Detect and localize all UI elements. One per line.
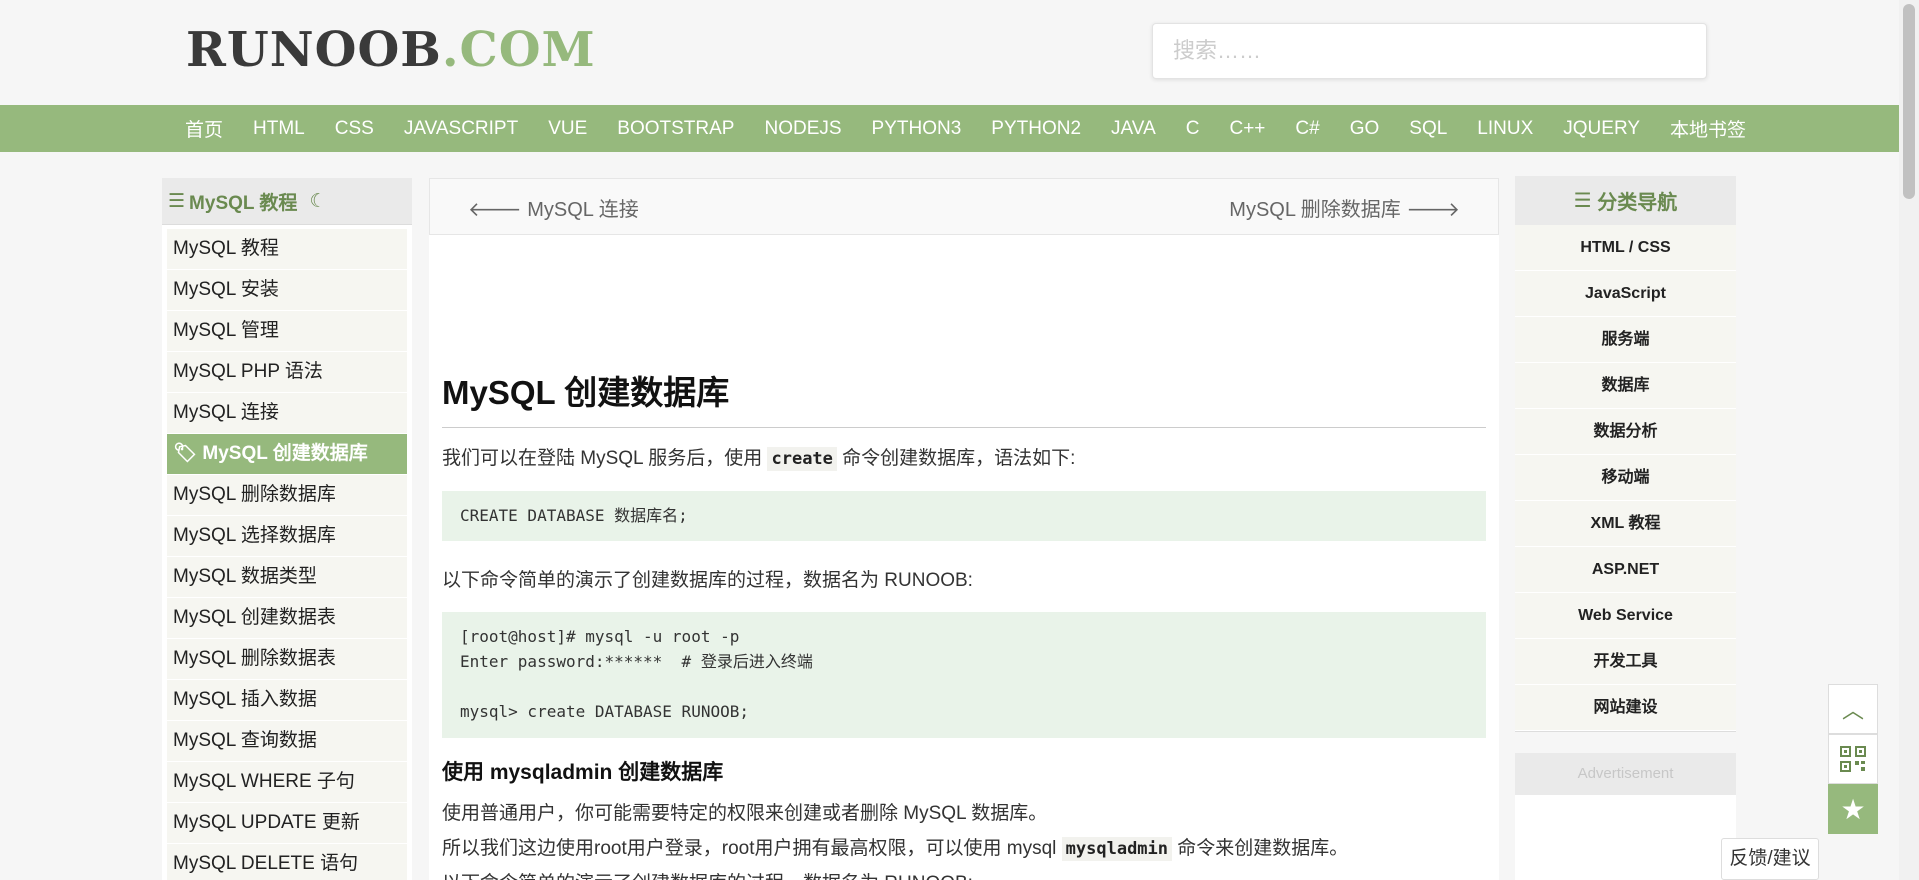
scrollbar-thumb[interactable]: [1903, 4, 1915, 199]
list-icon: ☰: [1573, 190, 1598, 212]
paragraph-permission: 使用普通用户，你可能需要特定的权限来创建或者删除 MySQL 数据库。: [442, 803, 1048, 824]
category-item-javascript[interactable]: JavaScript: [1515, 271, 1736, 317]
sidebar-item-install[interactable]: MySQL 安装: [167, 270, 407, 311]
nav-item-jquery[interactable]: JQUERY: [1563, 118, 1640, 140]
code-block-example: [root@host]# mysql -u root -p Enter pass…: [442, 612, 1486, 738]
nav-item-c[interactable]: C: [1186, 118, 1200, 140]
site-logo[interactable]: RUNOOB.COM: [186, 22, 596, 78]
list-icon: ☰: [168, 190, 186, 212]
nav-item-python3[interactable]: PYTHON3: [872, 118, 962, 140]
nav-item-javascript[interactable]: JAVASCRIPT: [404, 118, 518, 140]
code-block-syntax: CREATE DATABASE 数据库名;: [442, 491, 1486, 541]
qr-code-button[interactable]: [1828, 734, 1878, 784]
nav-item-vue[interactable]: VUE: [548, 118, 587, 140]
sidebar-item-create-db[interactable]: 🏷 MySQL 创建数据库: [167, 434, 407, 475]
prev-link[interactable]: 🡐 MySQL 连接: [468, 193, 639, 222]
code-line: CREATE DATABASE 数据库名;: [460, 506, 688, 525]
nav-item-python2[interactable]: PYTHON2: [991, 118, 1081, 140]
favorite-button[interactable]: ★: [1828, 784, 1878, 834]
sidebar-item-delete[interactable]: MySQL DELETE 语句: [167, 844, 407, 880]
code-line: mysql> create DATABASE RUNOOB;: [460, 702, 749, 721]
sidebar-item-drop-table[interactable]: MySQL 删除数据表: [167, 639, 407, 680]
nav-item-cpp[interactable]: C++: [1229, 118, 1265, 140]
category-item-database[interactable]: 数据库: [1515, 363, 1736, 409]
category-item-server[interactable]: 服务端: [1515, 317, 1736, 363]
paragraph-intro: 我们可以在登陆 MySQL 服务后，使用 create 命令创建数据库，语法如下…: [442, 447, 1076, 471]
prev-label: MySQL 连接: [527, 199, 639, 221]
sidebar-title: MySQL 教程: [189, 192, 298, 214]
sidebar-item-where[interactable]: MySQL WHERE 子句: [167, 762, 407, 803]
code-line: Enter password:****** # 登录后进入终端: [460, 652, 813, 671]
paragraph-demo-2: 以下命令简单的演示了创建数据库的过程，数据名为 RUNOOB:: [442, 868, 973, 880]
star-icon: ★: [1840, 793, 1866, 825]
nav-item-go[interactable]: GO: [1350, 118, 1380, 140]
nav-item-bootstrap[interactable]: BOOTSTRAP: [617, 118, 734, 140]
search-input[interactable]: [1153, 24, 1706, 78]
sidebar-header: ☰ MySQL 教程 ☾: [162, 178, 412, 225]
sidebar-item-insert[interactable]: MySQL 插入数据: [167, 680, 407, 721]
advertisement-box: Advertisement: [1515, 753, 1736, 880]
tag-icon: 🏷: [173, 443, 198, 464]
paragraph-root: 所以我们这边使用root用户登录，root用户拥有最高权限，可以使用 mysql…: [442, 837, 1349, 861]
nav-item-home[interactable]: 首页: [185, 115, 223, 142]
sidebar-item-select[interactable]: MySQL 查询数据: [167, 721, 407, 762]
sidebar-item-php-syntax[interactable]: MySQL PHP 语法: [167, 352, 407, 393]
nav-item-sql[interactable]: SQL: [1409, 118, 1447, 140]
site-header: RUNOOB.COM: [0, 0, 1919, 105]
sidebar-item-admin[interactable]: MySQL 管理: [167, 311, 407, 352]
nav-item-bookmarks[interactable]: 本地书签: [1670, 115, 1746, 142]
category-item-aspnet[interactable]: ASP.NET: [1515, 547, 1736, 593]
sidebar-item-select-db[interactable]: MySQL 选择数据库: [167, 516, 407, 557]
category-nav-title: 分类导航: [1597, 192, 1678, 214]
paragraph-demo: 以下命令简单的演示了创建数据库的过程，数据名为 RUNOOB:: [442, 570, 973, 591]
inline-code: create: [767, 447, 837, 471]
search-box[interactable]: [1152, 23, 1707, 79]
page-title: MySQL 创建数据库: [442, 373, 1486, 428]
nav-item-linux[interactable]: LINUX: [1477, 118, 1533, 140]
sidebar-item-create-table[interactable]: MySQL 创建数据表: [167, 598, 407, 639]
nav-item-nodejs[interactable]: NODEJS: [764, 118, 841, 140]
back-to-top-button[interactable]: ︿: [1828, 684, 1878, 734]
next-link[interactable]: MySQL 删除数据库 🡒: [1229, 193, 1460, 222]
category-item-web-service[interactable]: Web Service: [1515, 593, 1736, 639]
top-nav: 首页 HTML CSS JAVASCRIPT VUE BOOTSTRAP NOD…: [0, 105, 1919, 152]
category-item-data-analysis[interactable]: 数据分析: [1515, 409, 1736, 455]
sidebar-item-update[interactable]: MySQL UPDATE 更新: [167, 803, 407, 844]
arrow-right-icon: 🡒: [1406, 199, 1460, 221]
nav-item-html[interactable]: HTML: [253, 118, 305, 140]
sidebar-item-label: MySQL 创建数据库: [202, 443, 368, 464]
inline-code: mysqladmin: [1061, 837, 1173, 861]
sidebar-item-drop-db[interactable]: MySQL 删除数据库: [167, 475, 407, 516]
prev-next-pager: 🡐 MySQL 连接 MySQL 删除数据库 🡒: [429, 178, 1499, 235]
feedback-button[interactable]: 反馈/建议: [1721, 838, 1819, 880]
chevron-up-icon: ︿: [1841, 698, 1864, 723]
category-item-website[interactable]: 网站建设: [1515, 685, 1736, 731]
code-line: [root@host]# mysql -u root -p: [460, 627, 740, 646]
category-nav: ☰ 分类导航 HTML / CSS JavaScript 服务端 数据库 数据分…: [1515, 176, 1736, 732]
section-heading: 使用 mysqladmin 创建数据库: [442, 761, 724, 784]
article-content: 🡐 MySQL 连接 MySQL 删除数据库 🡒 MySQL 创建数据库 我们可…: [429, 178, 1499, 880]
advertisement-label: Advertisement: [1515, 753, 1736, 795]
sidebar-item-connect[interactable]: MySQL 连接: [167, 393, 407, 434]
nav-item-java[interactable]: JAVA: [1111, 118, 1156, 140]
category-nav-header: ☰ 分类导航: [1515, 176, 1736, 225]
sidebar-item-tutorial[interactable]: MySQL 教程: [167, 229, 407, 270]
nav-item-csharp[interactable]: C#: [1295, 118, 1319, 140]
category-item-xml[interactable]: XML 教程: [1515, 501, 1736, 547]
page-scrollbar[interactable]: [1899, 0, 1919, 880]
tutorial-sidebar: ☰ MySQL 教程 ☾ MySQL 教程 MySQL 安装 MySQL 管理 …: [162, 178, 412, 880]
nav-item-css[interactable]: CSS: [335, 118, 374, 140]
category-item-mobile[interactable]: 移动端: [1515, 455, 1736, 501]
arrow-left-icon: 🡐: [468, 199, 522, 221]
category-item-dev-tools[interactable]: 开发工具: [1515, 639, 1736, 685]
sidebar-item-data-types[interactable]: MySQL 数据类型: [167, 557, 407, 598]
qr-code-icon: [1840, 746, 1866, 772]
category-item-html-css[interactable]: HTML / CSS: [1515, 225, 1736, 271]
next-label: MySQL 删除数据库: [1229, 199, 1401, 221]
moon-icon[interactable]: ☾: [309, 190, 326, 213]
